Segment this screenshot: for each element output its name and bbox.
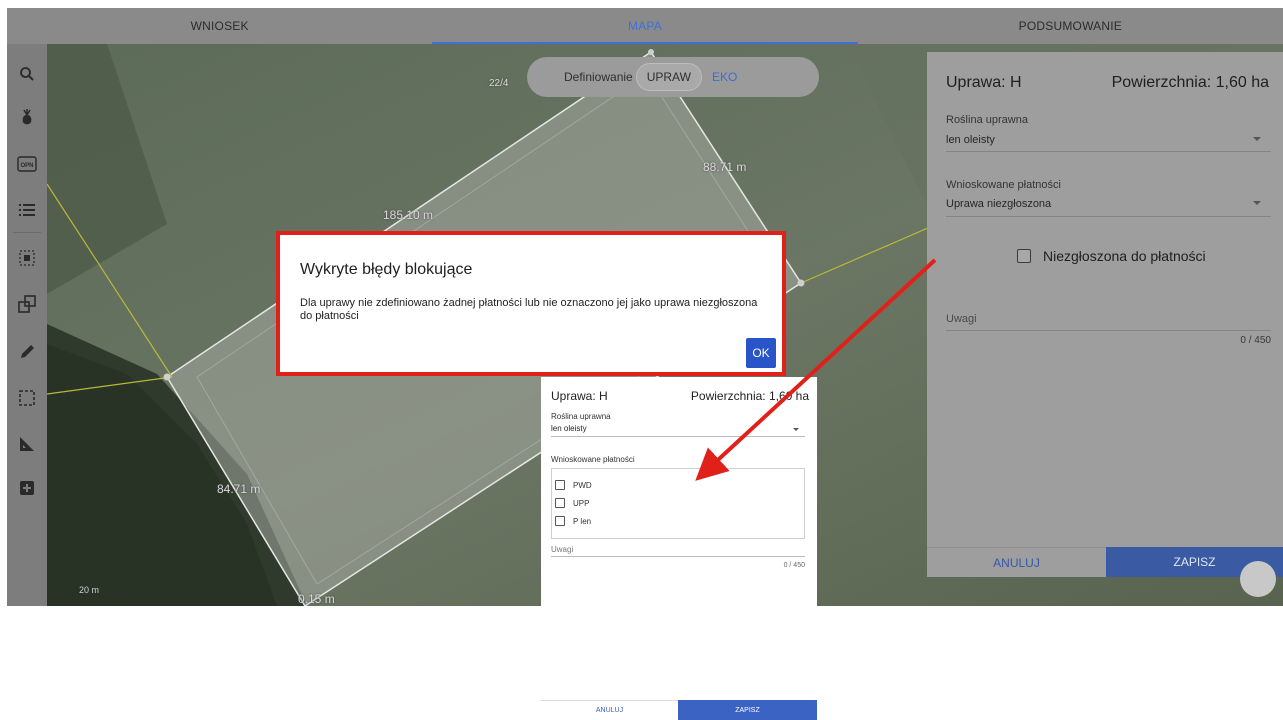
- not-reported-label: Niezgłoszona do płatności: [1043, 248, 1206, 264]
- notes-counter: 0 / 450: [1240, 335, 1271, 346]
- toggle-label: Definiowanie: [564, 70, 633, 84]
- copy-shapes-icon[interactable]: [7, 288, 47, 320]
- ok-button[interactable]: OK: [746, 338, 776, 368]
- toggle-eko[interactable]: EKO: [712, 70, 737, 84]
- search-icon[interactable]: [7, 58, 47, 90]
- notes-field[interactable]: Uwagi: [946, 313, 977, 325]
- inset-checkbox[interactable]: [555, 498, 565, 508]
- tab-mapa[interactable]: MAPA: [432, 8, 858, 44]
- crop-chevron-down-icon[interactable]: [1253, 137, 1261, 141]
- payments-underline: [946, 216, 1271, 217]
- blocking-errors-dialog: Wykryte błędy blokujące Dla uprawy nie z…: [276, 231, 786, 376]
- plant-icon[interactable]: [7, 102, 47, 134]
- inset-crop-select[interactable]: len oleisty: [551, 424, 587, 433]
- crop-area: Powierzchnia: 1,60 ha: [1111, 74, 1269, 91]
- inset-option-label: UPP: [573, 498, 590, 508]
- inset-option-upp[interactable]: UPP: [555, 498, 589, 508]
- dialog-message: Dla uprawy nie zdefiniowano żadnej płatn…: [300, 297, 758, 322]
- inset-notes-counter: 0 / 450: [783, 562, 805, 569]
- map-toolbar: OPN: [7, 44, 47, 606]
- inset-option-pwd[interactable]: PWD: [555, 480, 592, 490]
- not-reported-checkbox-row[interactable]: Niezgłoszona do płatności: [1017, 248, 1206, 264]
- inset-title: Uprawa: H: [551, 389, 608, 403]
- tab-podsumowanie[interactable]: PODSUMOWANIE: [858, 8, 1283, 44]
- tab-wniosek[interactable]: WNIOSEK: [7, 8, 432, 44]
- inset-option-label: PWD: [573, 480, 592, 490]
- inset-checkbox[interactable]: [555, 516, 565, 526]
- toggle-upraw[interactable]: UPRAW: [635, 63, 702, 91]
- opn-icon[interactable]: OPN: [7, 148, 47, 180]
- list-icon[interactable]: [7, 194, 47, 226]
- notes-underline: [946, 330, 1271, 331]
- inset-buttons: ANULUJ ZAPISZ: [541, 700, 817, 720]
- inset-save-button[interactable]: ZAPISZ: [678, 700, 817, 720]
- inset-cancel-button[interactable]: ANULUJ: [541, 700, 678, 720]
- inset-notes-underline: [551, 556, 805, 557]
- not-reported-checkbox[interactable]: [1017, 249, 1031, 263]
- inset-payments-label: Wnioskowane płatności: [551, 455, 635, 464]
- inset-notes-field[interactable]: Uwagi: [551, 545, 573, 554]
- map-scale-bar: 20 m: [56, 584, 120, 596]
- add-icon[interactable]: [7, 472, 47, 504]
- inset-area: Powierzchnia: 1,60 ha: [690, 389, 809, 403]
- definition-toggle: Definiowanie UPRAW EKO: [527, 57, 819, 97]
- inset-option-label: P len: [573, 516, 592, 526]
- measure-right-label: 88.71 m: [703, 160, 747, 174]
- measure-bottom-label: 0.15 m: [298, 592, 335, 606]
- map-fab-button[interactable]: [1240, 561, 1276, 597]
- opn-label: OPN: [20, 163, 33, 169]
- measure-angle-icon[interactable]: [7, 428, 47, 460]
- inset-crop-form: Uprawa: H Powierzchnia: 1,60 ha Roślina …: [541, 377, 817, 606]
- measure-left-label: 84.71 m: [217, 482, 261, 496]
- payments-label: Wnioskowane płatności: [946, 179, 1061, 191]
- dialog-title: Wykryte błędy blokujące: [300, 261, 473, 278]
- screen: WNIOSEK MAPA PODSUMOWANIE OPN 22/4 185.1…: [0, 0, 1283, 720]
- crop-title: Uprawa: H: [946, 74, 1022, 91]
- cancel-button[interactable]: ANULUJ: [927, 547, 1106, 577]
- dashed-rect-icon[interactable]: [7, 382, 47, 414]
- crop-underline: [946, 151, 1271, 152]
- toolbar-divider: [13, 232, 41, 233]
- select-area-icon[interactable]: [7, 242, 47, 274]
- inset-option-plen[interactable]: P len: [555, 516, 591, 526]
- inset-checkbox[interactable]: [555, 480, 565, 490]
- crop-label: Roślina uprawna: [946, 114, 1028, 126]
- top-tabs: WNIOSEK MAPA PODSUMOWANIE: [7, 8, 1283, 44]
- parcel-id-label: 22/4: [489, 78, 509, 89]
- measure-top-label: 185.10 m: [383, 208, 434, 222]
- crop-select[interactable]: len oleisty: [946, 134, 995, 146]
- inset-crop-underline: [551, 436, 805, 437]
- inset-crop-label: Roślina uprawna: [551, 412, 611, 421]
- pencil-icon[interactable]: [7, 336, 47, 368]
- inset-chevron-down-icon[interactable]: [793, 428, 799, 431]
- payments-chevron-down-icon[interactable]: [1253, 201, 1261, 205]
- payments-select[interactable]: Uprawa niezgłoszona: [946, 198, 1051, 210]
- crop-panel: Uprawa: H Powierzchnia: 1,60 ha Roślina …: [927, 52, 1283, 577]
